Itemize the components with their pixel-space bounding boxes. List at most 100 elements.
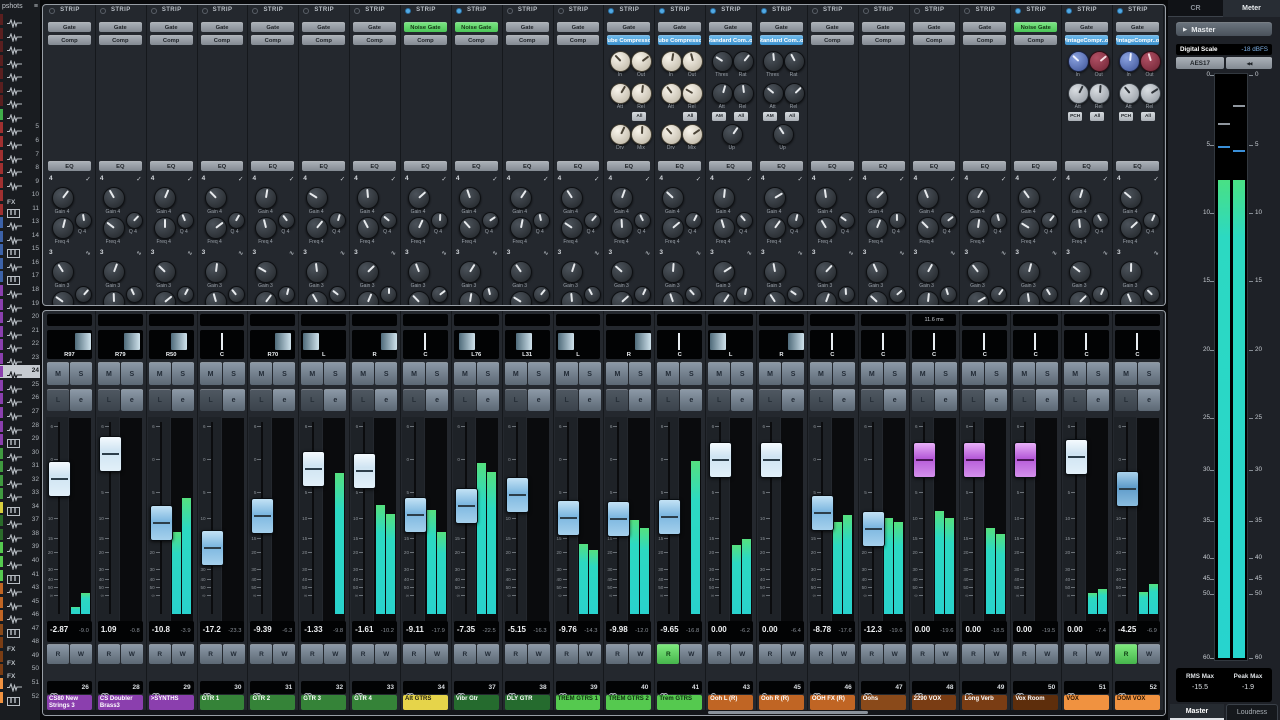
comp-knob-rel[interactable] xyxy=(682,83,703,104)
automation-read-button[interactable]: R xyxy=(301,644,323,664)
comp-knob-att[interactable] xyxy=(610,83,631,104)
eq-q3-knob[interactable] xyxy=(278,286,295,303)
level-value-cell[interactable]: -4.25 -6.9 xyxy=(1115,621,1160,642)
eq-q3-knob[interactable] xyxy=(1041,286,1058,303)
solo-button[interactable]: S xyxy=(985,362,1007,385)
automation-read-button[interactable]: R xyxy=(708,644,730,664)
eq-q3-knob[interactable] xyxy=(431,286,448,303)
listen-button[interactable]: L xyxy=(912,389,934,411)
eq-gain4-knob[interactable] xyxy=(611,187,633,209)
eq-q4-knob[interactable] xyxy=(940,212,957,229)
eq-section-button[interactable]: EQ xyxy=(302,161,345,171)
eq-gain3-knob[interactable] xyxy=(459,261,481,283)
pan-control[interactable]: L xyxy=(708,330,753,359)
eq-band3-shape-icon[interactable]: ∿ xyxy=(594,249,599,257)
fader-handle[interactable] xyxy=(658,499,681,535)
eq-section-button[interactable]: EQ xyxy=(201,161,244,171)
eq-freq3-knob[interactable] xyxy=(611,291,633,306)
eq-band3-shape-icon[interactable]: ∿ xyxy=(289,249,294,257)
mute-button[interactable]: M xyxy=(861,362,883,385)
level-value-cell[interactable]: -8.78 -17.6 xyxy=(810,621,855,642)
sidebar-track-row[interactable]: 6 xyxy=(0,135,40,148)
automation-read-button[interactable]: R xyxy=(861,644,883,664)
eq-q3-knob[interactable] xyxy=(634,286,651,303)
gate-slot-button[interactable]: Gate xyxy=(48,22,91,32)
automation-read-button[interactable]: R xyxy=(962,644,984,664)
eq-freq4-knob[interactable] xyxy=(917,217,939,239)
eq-gain3-knob[interactable] xyxy=(611,261,633,283)
eq-band4-check-icon[interactable]: ✓ xyxy=(1103,175,1108,183)
eq-gain3-knob[interactable] xyxy=(306,261,328,283)
listen-button[interactable]: L xyxy=(250,389,272,411)
tab-loudness[interactable]: Loudness xyxy=(1226,704,1278,720)
comp-slot-button[interactable]: Comp xyxy=(557,35,600,45)
eq-freq3-knob[interactable] xyxy=(1069,291,1091,306)
eq-q4-knob[interactable] xyxy=(634,212,651,229)
mute-button[interactable]: M xyxy=(1064,362,1086,385)
sidebar-track-row[interactable]: 16 xyxy=(0,257,40,270)
gate-slot-button[interactable]: Gate xyxy=(963,22,1006,32)
eq-q4-knob[interactable] xyxy=(228,212,245,229)
mute-button[interactable]: M xyxy=(1115,362,1137,385)
eq-band4-check-icon[interactable]: ✓ xyxy=(85,175,90,183)
eq-q3-knob[interactable] xyxy=(126,286,143,303)
eq-q4-knob[interactable] xyxy=(329,212,346,229)
eq-band3-shape-icon[interactable]: ∿ xyxy=(492,249,497,257)
listen-button[interactable]: L xyxy=(1115,389,1137,411)
eq-q3-knob[interactable] xyxy=(736,286,753,303)
comp-knob-up[interactable] xyxy=(722,124,743,145)
eq-band4-check-icon[interactable]: ✓ xyxy=(696,175,701,183)
fader-handle[interactable] xyxy=(1116,471,1139,507)
channel-name-cell[interactable]: OOH FX (R) xyxy=(810,695,855,710)
eq-freq4-knob[interactable] xyxy=(510,217,532,239)
comp-slot-button[interactable]: Comp xyxy=(455,35,498,45)
listen-button[interactable]: L xyxy=(47,389,69,411)
comp-knob-mix[interactable] xyxy=(682,124,703,145)
eq-gain4-knob[interactable] xyxy=(866,187,888,209)
eq-freq3-knob[interactable] xyxy=(1018,291,1040,306)
solo-button[interactable]: S xyxy=(884,362,906,385)
level-value-cell[interactable]: -9.65 -16.8 xyxy=(657,621,702,642)
level-value-cell[interactable]: 0.00 -19.5 xyxy=(1013,621,1058,642)
eq-section-button[interactable]: EQ xyxy=(862,161,905,171)
fader-handle[interactable] xyxy=(1014,442,1037,478)
automation-write-button[interactable]: W xyxy=(884,644,906,664)
eq-freq4-knob[interactable] xyxy=(662,217,684,239)
comp-slot-button[interactable]: Comp xyxy=(811,35,854,45)
channel-name-cell[interactable]: Ooh R (R) xyxy=(759,695,804,710)
eq-band4-check-icon[interactable]: ✓ xyxy=(1052,175,1057,183)
automation-write-button[interactable]: W xyxy=(680,644,702,664)
eq-band3-shape-icon[interactable]: ∿ xyxy=(1052,249,1057,257)
channel-name-cell[interactable]: CS Doubler Brass3 xyxy=(98,695,143,710)
eq-freq3-knob[interactable] xyxy=(255,291,277,306)
automation-read-button[interactable]: R xyxy=(250,644,272,664)
eq-band4-check-icon[interactable]: ✓ xyxy=(187,175,192,183)
listen-button[interactable]: L xyxy=(505,389,527,411)
eq-freq4-knob[interactable] xyxy=(866,217,888,239)
solo-button[interactable]: S xyxy=(833,362,855,385)
sidebar-track-row[interactable]: 37 xyxy=(0,514,40,527)
eq-freq4-knob[interactable] xyxy=(52,217,74,239)
comp-slot-button[interactable]: Comp xyxy=(201,35,244,45)
sidebar-track-row[interactable]: 22 xyxy=(0,338,40,351)
comp-option-button[interactable]: PCH xyxy=(1119,112,1133,121)
comp-knob-up[interactable] xyxy=(773,124,794,145)
eq-q3-knob[interactable] xyxy=(380,286,397,303)
pan-control[interactable]: R70 xyxy=(250,330,295,359)
eq-band3-shape-icon[interactable]: ∿ xyxy=(1103,249,1108,257)
comp-knob-in[interactable] xyxy=(610,51,631,72)
level-value-cell[interactable]: -9.76 -14.3 xyxy=(556,621,601,642)
solo-button[interactable]: S xyxy=(223,362,245,385)
eq-band4-check-icon[interactable]: ✓ xyxy=(747,175,752,183)
eq-q4-knob[interactable] xyxy=(685,212,702,229)
gate-slot-button[interactable]: Gate xyxy=(760,22,803,32)
eq-gain3-knob[interactable] xyxy=(357,261,379,283)
eq-gain3-knob[interactable] xyxy=(662,261,684,283)
gate-slot-button[interactable]: Noise Gate xyxy=(455,22,498,32)
sidebar-track-row[interactable]: 9 xyxy=(0,176,40,189)
eq-q3-knob[interactable] xyxy=(533,286,550,303)
eq-gain4-knob[interactable] xyxy=(459,187,481,209)
eq-gain3-knob[interactable] xyxy=(815,261,837,283)
solo-button[interactable]: S xyxy=(1087,362,1109,385)
sidebar-track-row[interactable]: FX 49 xyxy=(0,650,40,663)
